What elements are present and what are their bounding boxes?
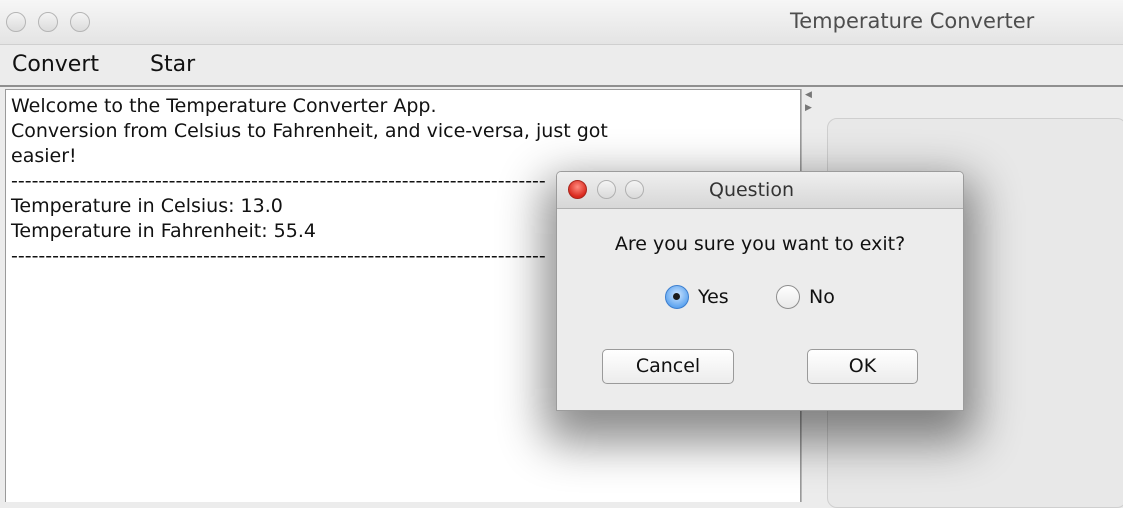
- dialog-title: Question: [709, 179, 794, 201]
- window-title: Temperature Converter: [790, 9, 1035, 33]
- cancel-button[interactable]: Cancel: [602, 349, 734, 384]
- menu-convert[interactable]: Convert: [12, 52, 99, 77]
- splitter-arrow-left-icon[interactable]: ◀: [805, 91, 812, 100]
- title-bar[interactable]: Temperature Converter: [0, 0, 1123, 45]
- dialog-message: Are you sure you want to exit?: [614, 233, 906, 255]
- menu-bar: Convert Star: [0, 45, 1123, 87]
- minimize-icon[interactable]: [38, 12, 58, 32]
- close-icon[interactable]: [568, 180, 587, 199]
- no-radio-label[interactable]: No: [809, 286, 835, 308]
- yes-radio[interactable]: [665, 285, 689, 309]
- splitter-arrow-right-icon[interactable]: ▶: [805, 104, 812, 113]
- minimize-icon[interactable]: [597, 180, 616, 199]
- maximize-icon[interactable]: [625, 180, 644, 199]
- radio-selected-dot: [673, 293, 680, 300]
- dialog-title-bar[interactable]: Question: [557, 172, 963, 209]
- yes-radio-label[interactable]: Yes: [698, 286, 729, 308]
- menu-star[interactable]: Star: [150, 52, 195, 77]
- main-window: Temperature Converter Convert Star Welco…: [0, 0, 1123, 508]
- maximize-icon[interactable]: [70, 12, 90, 32]
- output-line: Conversion from Celsius to Fahrenheit, a…: [11, 120, 608, 142]
- output-line: Welcome to the Temperature Converter App…: [11, 95, 437, 117]
- output-line: easier!: [11, 145, 77, 167]
- no-radio[interactable]: [776, 285, 800, 309]
- ok-button[interactable]: OK: [807, 349, 918, 384]
- question-dialog: Question Are you sure you want to exit? …: [556, 171, 964, 411]
- close-icon[interactable]: [6, 12, 26, 32]
